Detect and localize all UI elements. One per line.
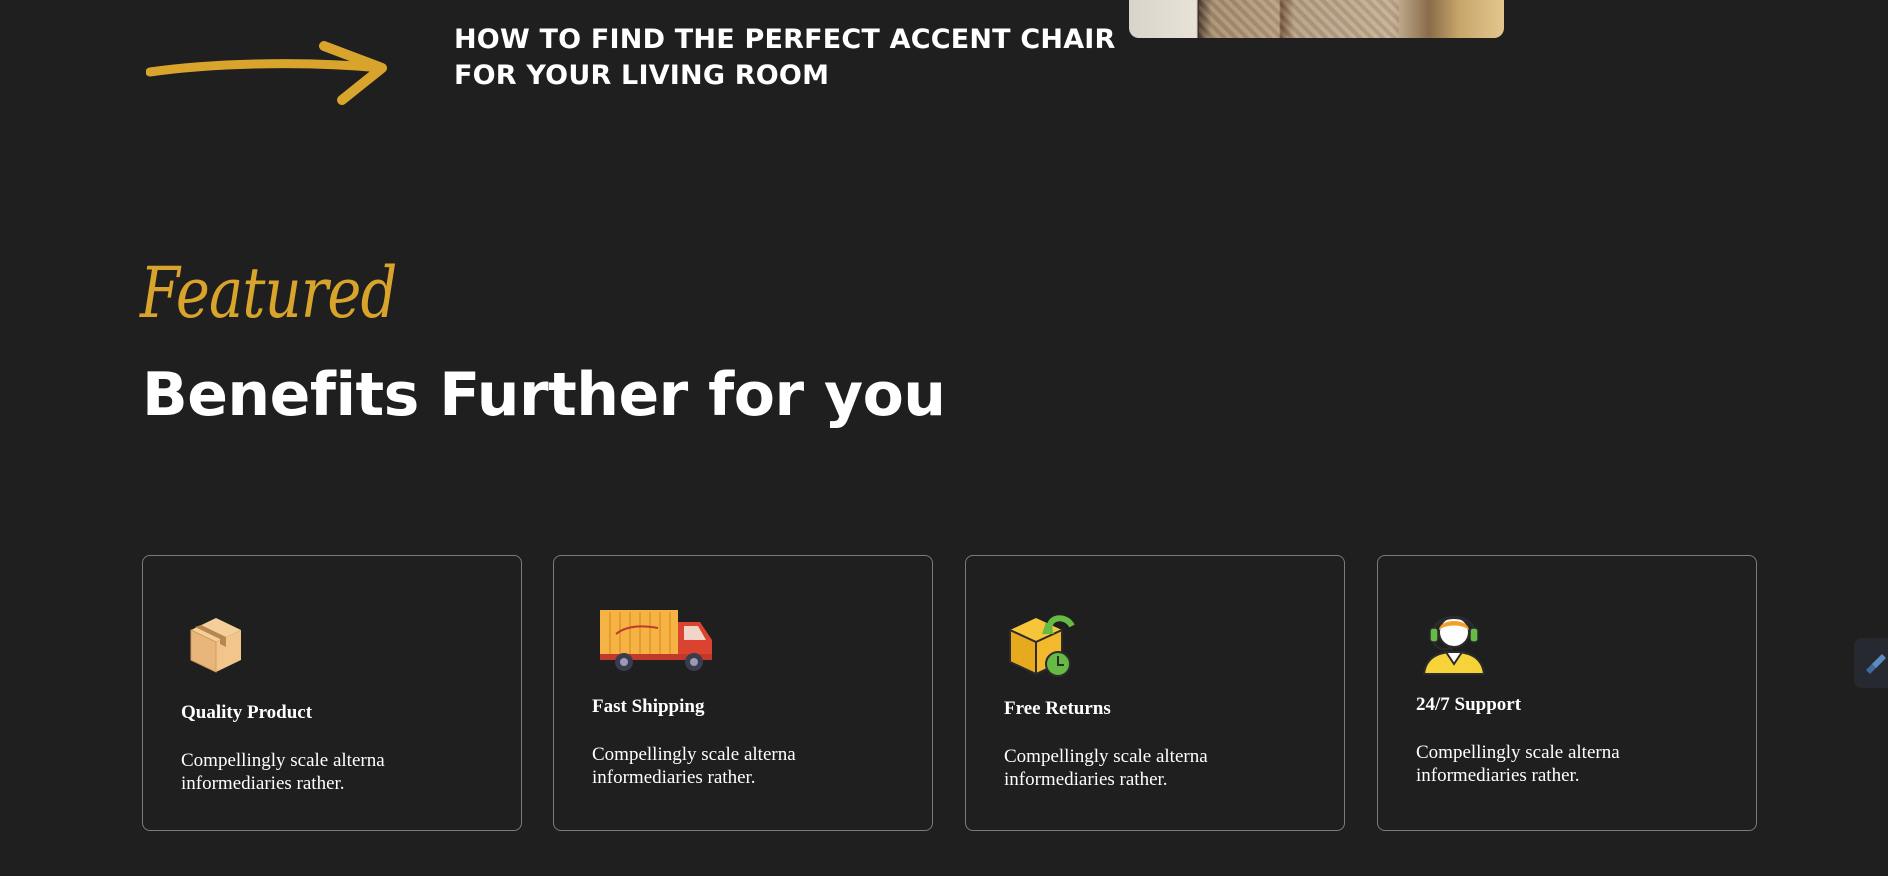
arrow-right-icon [146,41,387,105]
article-title-line1: HOW TO FIND THE PERFECT ACCENT CHAIR [454,24,1116,55]
card-desc-line1: Compellingly scale alterna [592,744,796,765]
card-description: Compellingly scale alterna informediarie… [181,749,481,795]
card-title: Quality Product [181,702,313,723]
thumbnail-rug-pattern [1199,0,1399,38]
benefit-card-shipping: Fast Shipping Compellingly scale alterna… [553,555,933,831]
article-thumbnail[interactable] [1129,0,1504,38]
card-desc-line1: Compellingly scale alterna [1004,746,1208,767]
support-agent-icon [1422,616,1486,675]
card-desc-line2: informediaries rather. [1004,769,1168,790]
benefit-card-returns: Free Returns Compellingly scale alterna … [965,555,1345,831]
benefit-card-quality: Quality Product Compellingly scale alter… [142,555,522,831]
box-icon [190,618,241,673]
card-title: Fast Shipping [592,696,705,717]
card-description: Compellingly scale alterna informediarie… [592,743,892,789]
article-title[interactable]: HOW TO FIND THE PERFECT ACCENT CHAIR FOR… [454,22,1144,94]
section-eyebrow: Featured [140,252,397,334]
delivery-truck-icon [600,610,712,671]
card-description: Compellingly scale alterna informediarie… [1004,745,1304,791]
article-title-line2: FOR YOUR LIVING ROOM [454,60,830,91]
page: HOW TO FIND THE PERFECT ACCENT CHAIR FOR… [0,0,1888,876]
card-desc-line1: Compellingly scale alterna [181,750,385,771]
card-desc-line2: informediaries rather. [592,767,756,788]
side-widget-tab[interactable] [1854,638,1888,688]
return-box-icon [1009,615,1075,677]
section-heading: Benefits Further for you [142,360,946,430]
card-description: Compellingly scale alterna informediarie… [1416,741,1716,787]
card-title: Free Returns [1004,698,1111,719]
card-title: 24/7 Support [1416,694,1522,715]
card-desc-line2: informediaries rather. [181,773,345,794]
card-desc-line1: Compellingly scale alterna [1416,742,1620,763]
benefit-card-support: 24/7 Support Compellingly scale alterna … [1377,555,1757,831]
edit-pencil-icon [1866,654,1886,674]
card-desc-line2: informediaries rather. [1416,765,1580,786]
